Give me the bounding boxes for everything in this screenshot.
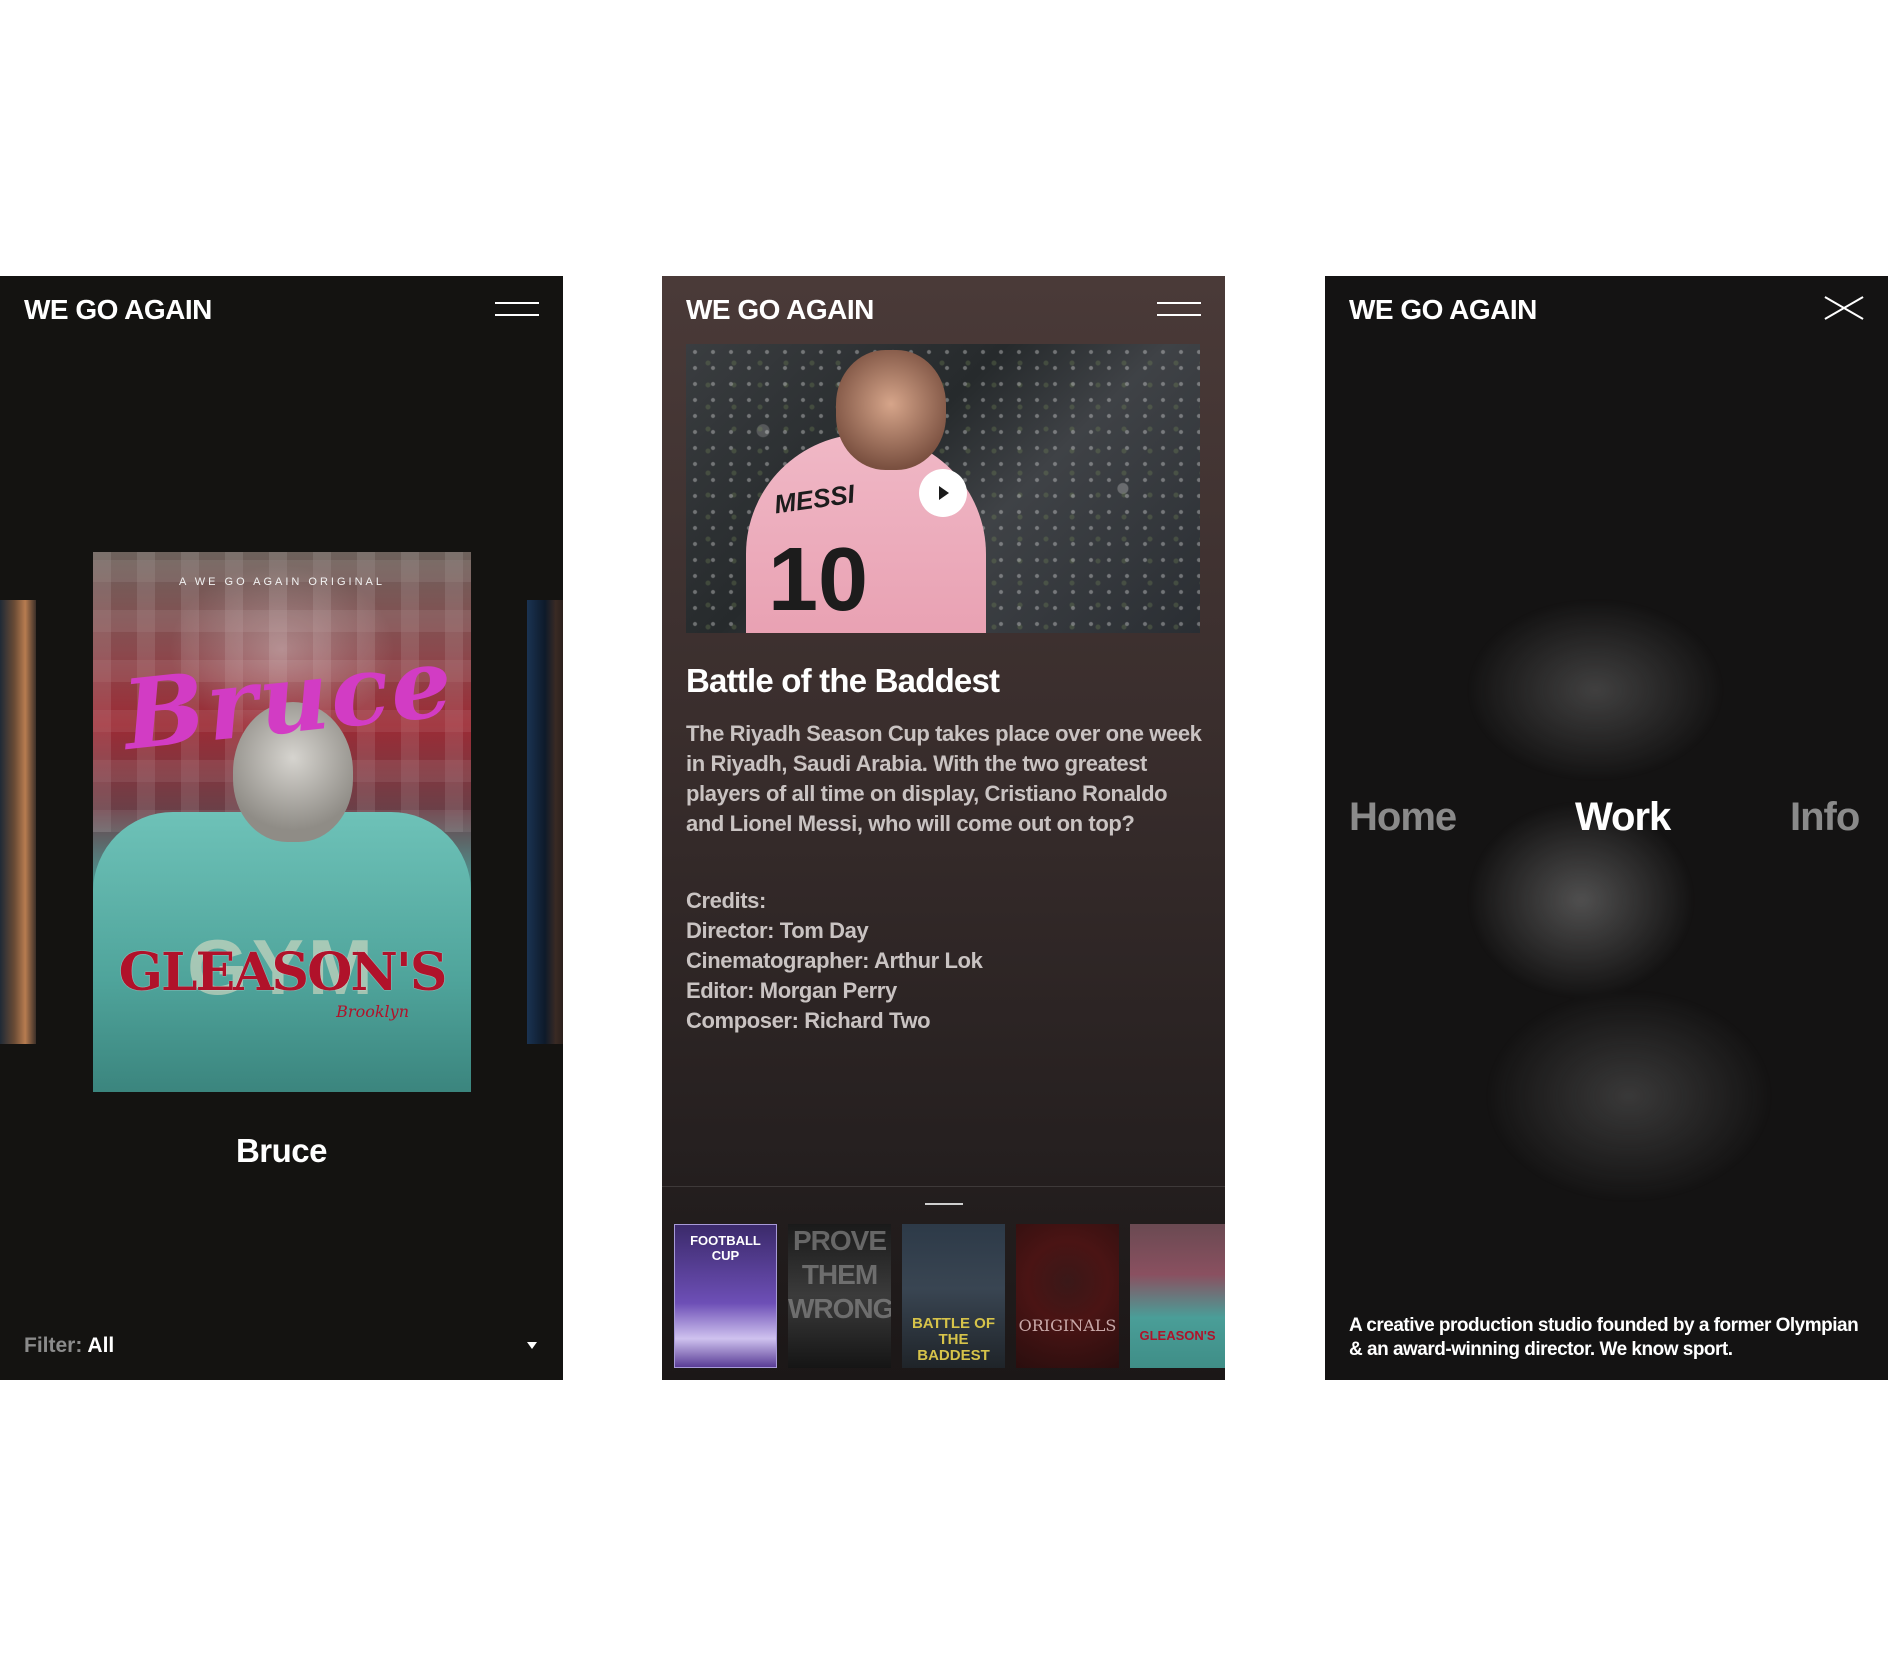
credit-editor: Editor: Morgan Perry	[686, 978, 897, 1003]
project-poster[interactable]: A WE GO AGAIN ORIGINAL Bruce GYM GLEASON…	[93, 552, 471, 1092]
caret-down-icon[interactable]	[527, 1342, 537, 1349]
brand-logo[interactable]: WE GO AGAIN	[1349, 296, 1537, 324]
close-icon[interactable]	[1824, 296, 1864, 320]
studio-tagline: A creative production studio founded by …	[1349, 1315, 1859, 1360]
thumbnail-label: ORIGINALS	[1018, 1316, 1117, 1335]
credit-cinematographer: Cinematographer: Arthur Lok	[686, 948, 983, 973]
thumbnail-label: FOOTBALL CUP	[690, 1233, 761, 1263]
carousel-prev-item[interactable]	[0, 600, 36, 1044]
credit-composer: Composer: Richard Two	[686, 1008, 931, 1033]
project-credits: Credits: Director: Tom Day Cinematograph…	[686, 886, 983, 1036]
project-thumbnail[interactable]: BATTLE OF THE BADDEST	[902, 1224, 1005, 1368]
project-thumbnail[interactable]: FOOTBALL CUP	[674, 1224, 777, 1368]
brand-logo[interactable]: WE GO AGAIN	[686, 296, 874, 324]
poster-badge-sub: Brooklyn	[336, 1002, 409, 1021]
menu-screen: WE GO AGAIN Home Work Info A creative pr…	[1325, 276, 1888, 1380]
project-thumbnail[interactable]: ORIGINALS	[1016, 1224, 1119, 1368]
project-description: The Riyadh Season Cup takes place over o…	[686, 721, 1202, 836]
nav-item-work[interactable]: Work	[1575, 795, 1671, 840]
nav-item-home[interactable]: Home	[1349, 795, 1457, 840]
carousel-next-item[interactable]	[527, 600, 563, 1044]
credit-director: Director: Tom Day	[686, 918, 869, 943]
project-title[interactable]: Bruce	[0, 1132, 563, 1170]
thumbnail-label: GLEASON'S	[1139, 1328, 1216, 1343]
drawer-handle[interactable]	[925, 1203, 963, 1205]
thumbnail-label: BATTLE OF THE BADDEST	[911, 1315, 996, 1364]
video-player[interactable]: MESSI 10	[686, 344, 1200, 633]
project-detail-screen: WE GO AGAIN MESSI 10 Battle of the Badde…	[662, 276, 1225, 1380]
hamburger-menu-icon[interactable]	[495, 302, 539, 318]
menu-background-glow	[1365, 536, 1845, 1236]
project-thumbnail[interactable]: PROVE THEM WRONG	[788, 1224, 891, 1368]
project-title: Battle of the Baddest	[686, 662, 1000, 699]
project-thumbnail[interactable]: GLEASON'S	[1130, 1224, 1225, 1368]
thumbnail-label: PROVE THEM WRONG	[788, 1225, 891, 1324]
play-icon[interactable]	[919, 469, 967, 517]
filter[interactable]: Filter: All	[24, 1334, 114, 1358]
filter-label: Filter:	[24, 1334, 83, 1357]
poster-badge: GLEASON'S	[118, 942, 448, 1003]
jersey-number: 10	[768, 530, 869, 630]
credits-heading: Credits:	[686, 888, 766, 913]
divider	[662, 1186, 1225, 1187]
portfolio-screen: WE GO AGAIN A WE GO AGAIN ORIGINAL Bruce…	[0, 276, 563, 1380]
video-subject-head	[836, 350, 946, 470]
nav-item-info[interactable]: Info	[1790, 795, 1860, 840]
poster-kicker: A WE GO AGAIN ORIGINAL	[179, 576, 385, 588]
hamburger-menu-icon[interactable]	[1157, 302, 1201, 318]
brand-logo[interactable]: WE GO AGAIN	[24, 296, 212, 324]
filter-value: All	[87, 1334, 115, 1357]
